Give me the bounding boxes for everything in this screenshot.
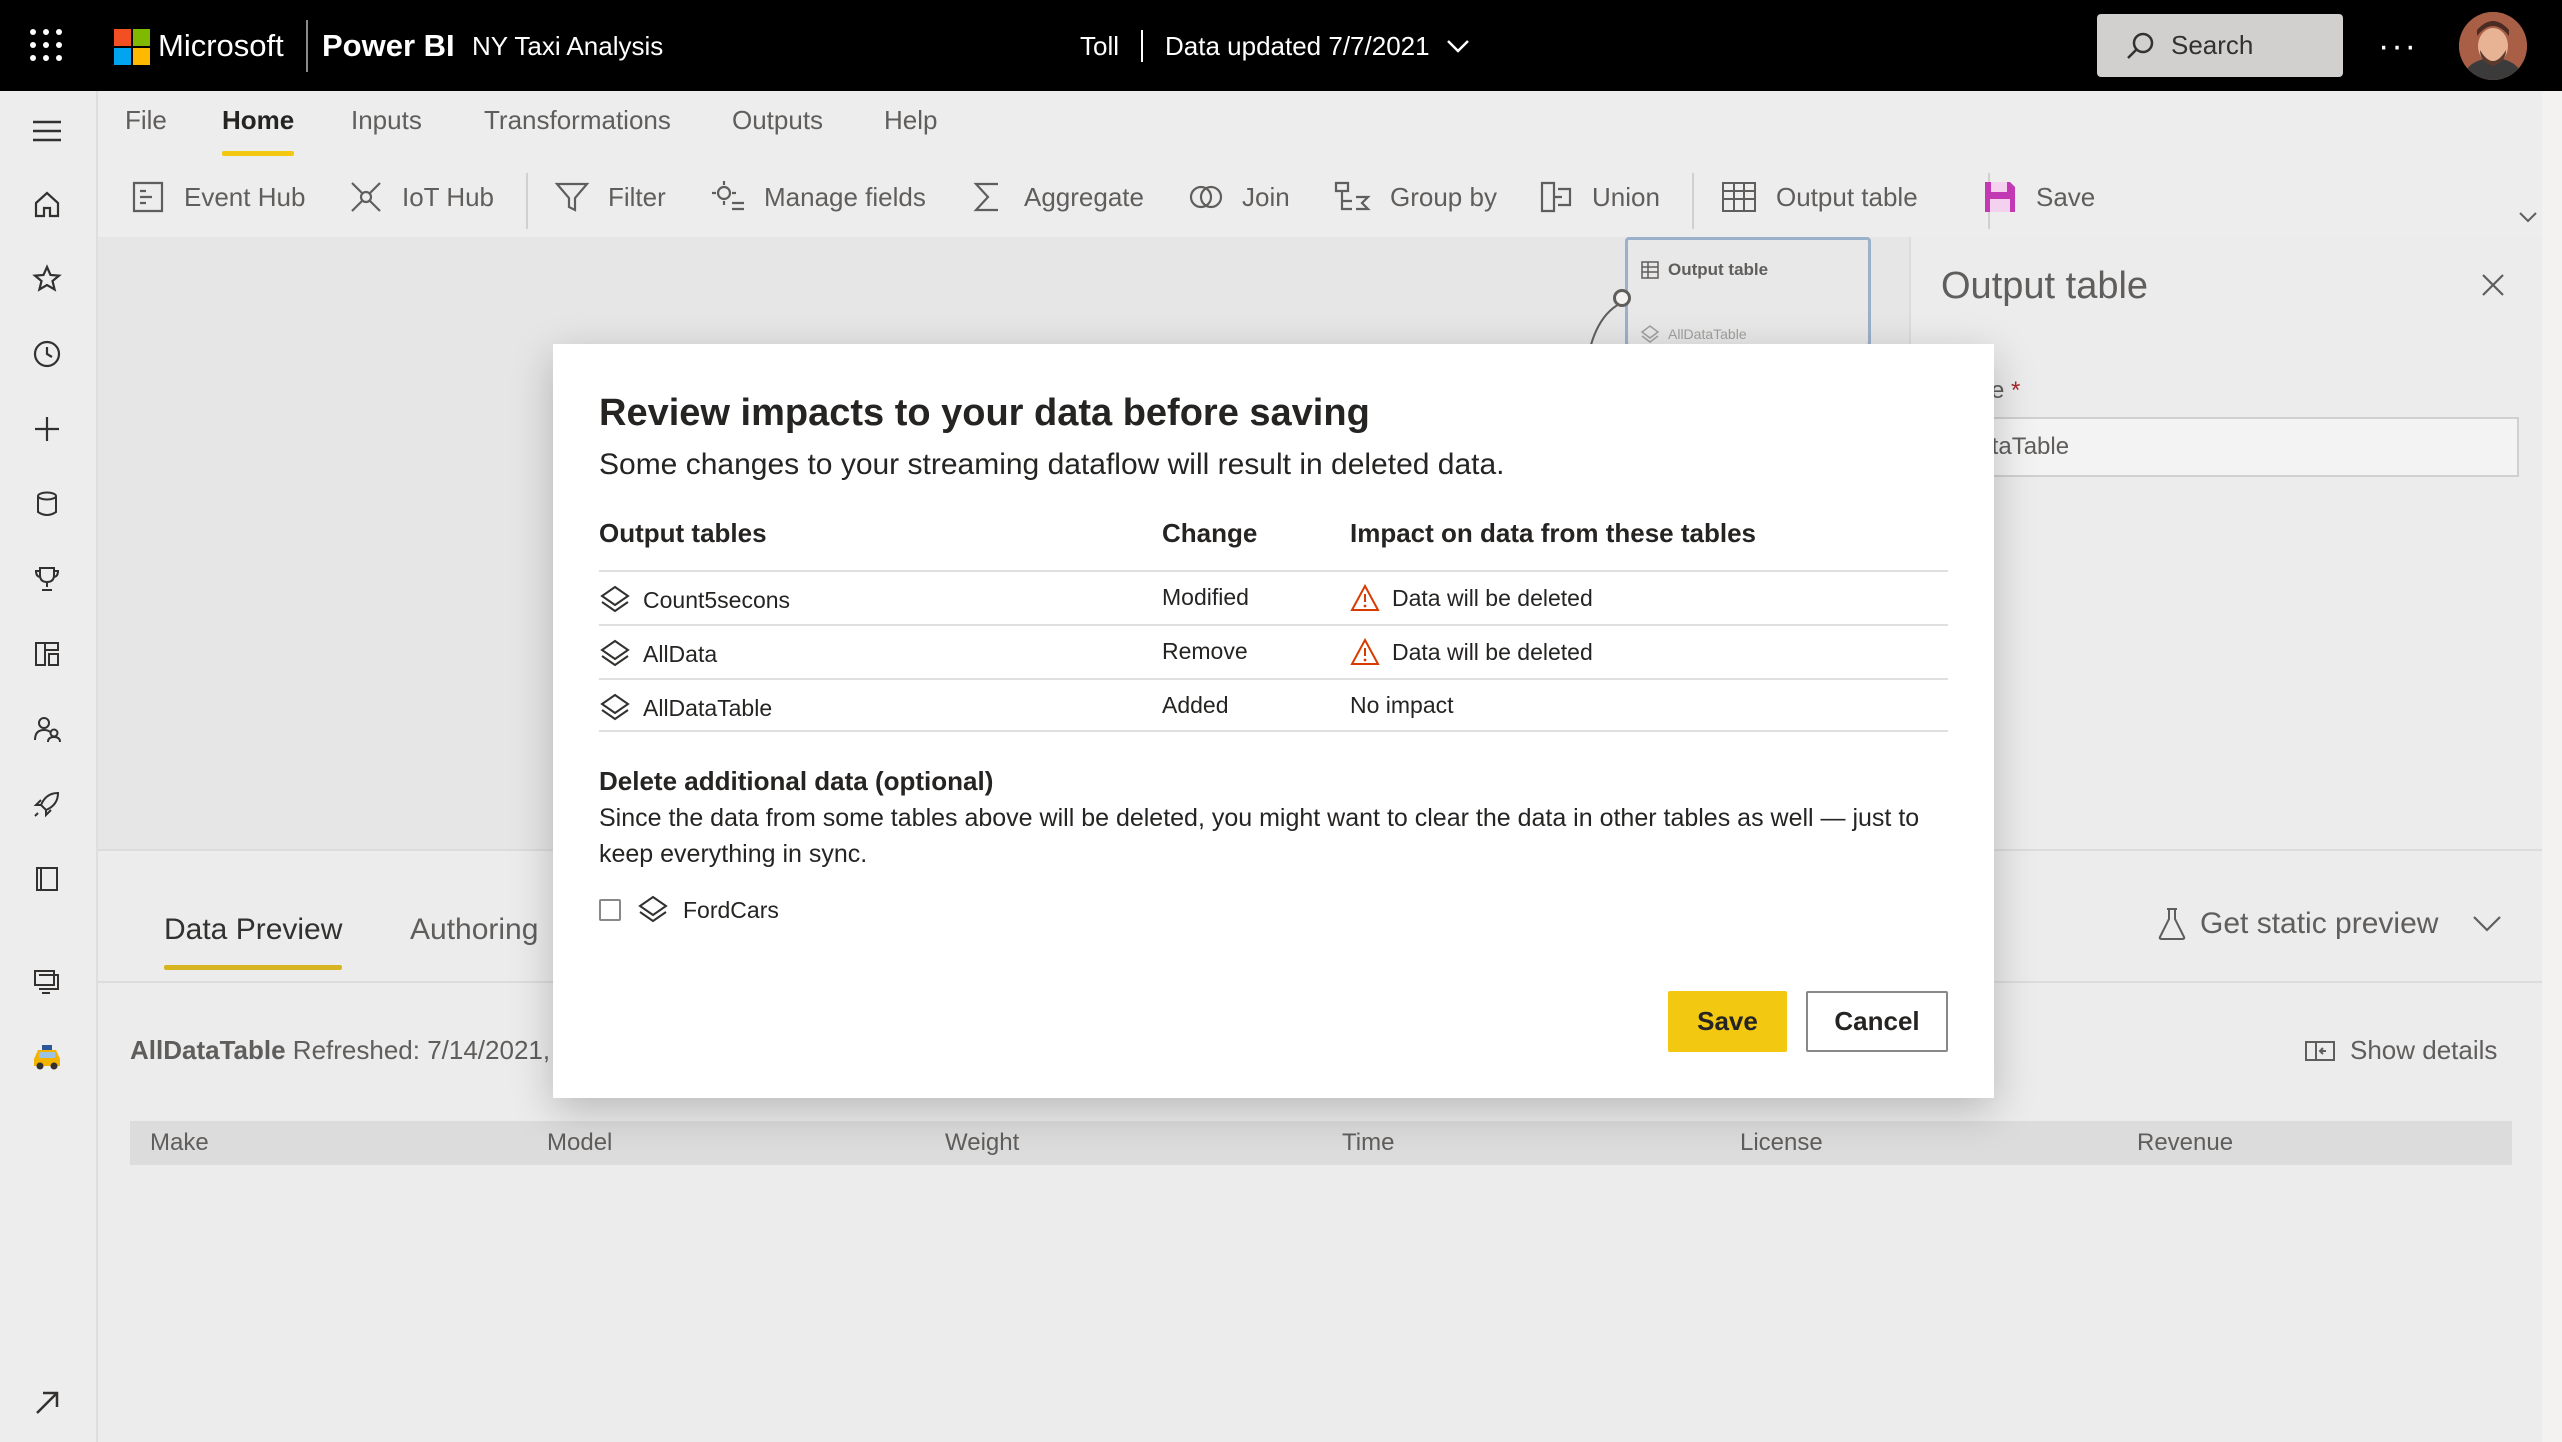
change-cell: Modified [1162,584,1249,610]
table-cell: AllData [599,638,717,670]
layers-icon [600,693,630,721]
impact-text: Data will be deleted [1392,638,1593,665]
fordcars-checkbox[interactable] [599,899,621,921]
impact-cell: No impact [1350,692,1454,718]
optional-table-option[interactable]: FordCars [599,894,779,926]
impact-cell: Data will be deleted [1350,638,1593,666]
optional-table-name: FordCars [683,896,779,923]
change-cell: Added [1162,692,1229,718]
table-cell: Count5secons [599,584,790,616]
review-impacts-dialog: Review impacts to your data before savin… [553,344,1994,1098]
impact-text: Data will be deleted [1392,584,1593,611]
layers-icon [600,585,630,613]
impact-row: Count5secons Modified Data will be delet… [599,570,1948,624]
table-cell: AllDataTable [599,692,772,724]
impact-cell: Data will be deleted [1350,584,1593,612]
section-description: Since the data from some tables above wi… [599,804,1920,868]
dialog-subtitle: Some changes to your streaming dataflow … [599,448,1505,481]
impact-row: AllData Remove Data will be deleted [599,624,1948,678]
table-name: AllDataTable [643,694,773,721]
layers-icon [600,639,630,667]
header-change: Change [1162,518,1258,548]
header-output-tables: Output tables [599,518,767,548]
save-button[interactable]: Save [1668,991,1787,1052]
warning-icon [1350,638,1380,665]
cancel-button[interactable]: Cancel [1806,991,1948,1052]
warning-icon [1350,584,1380,611]
layers-icon [638,895,668,923]
dialog-title: Review impacts to your data before savin… [599,392,1370,434]
table-name: AllData [643,640,718,667]
table-name: Count5secons [643,586,791,613]
header-impact: Impact on data from these tables [1350,518,1756,548]
change-cell: Remove [1162,638,1248,664]
section-title: Delete additional data (optional) [599,766,994,796]
impact-row: AllDataTable Added No impact [599,678,1948,732]
